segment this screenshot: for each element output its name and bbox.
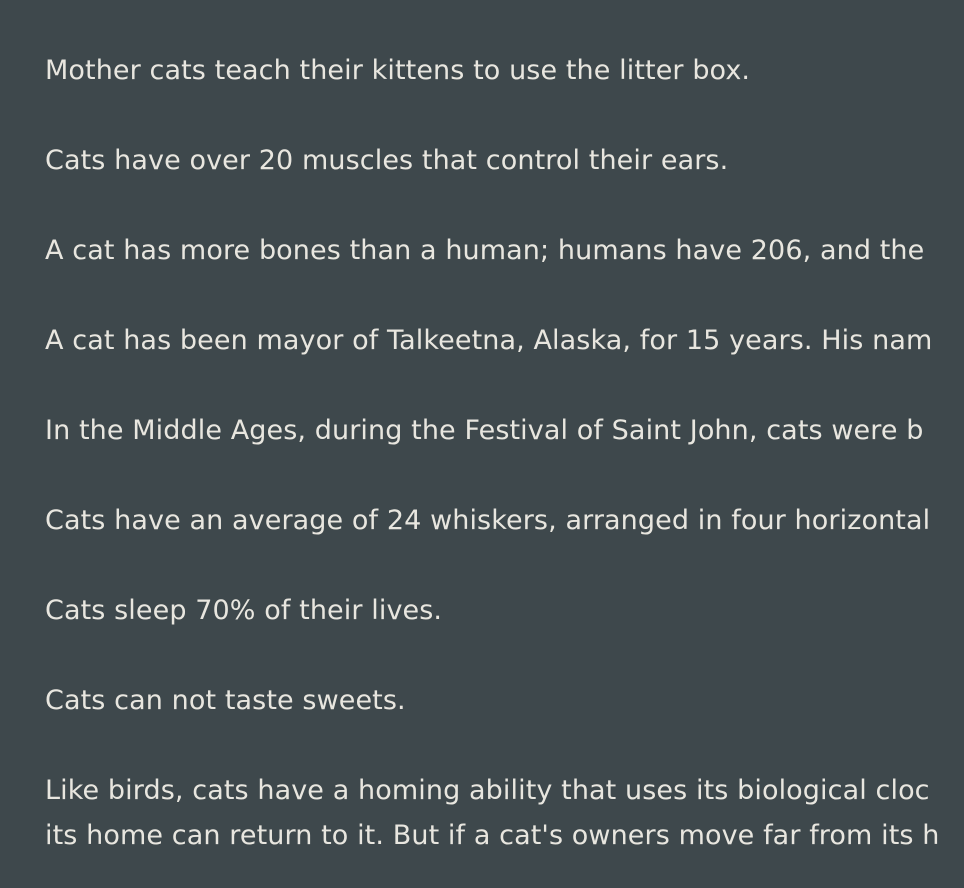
fact-item: Like birds, cats have a homing ability t… (45, 768, 964, 858)
fact-line: Like birds, cats have a homing ability t… (45, 775, 930, 806)
fact-item: Cats can not taste sweets. (45, 685, 406, 716)
cat-facts-viewport: Mother cats teach their kittens to use t… (0, 0, 964, 888)
fact-item: Cats have over 20 muscles that control t… (45, 145, 729, 176)
fact-item: In the Middle Ages, during the Festival … (45, 415, 924, 446)
fact-item: Cats sleep 70% of their lives. (45, 595, 443, 626)
fact-item: Cats have an average of 24 whiskers, arr… (45, 505, 931, 536)
fact-item: A cat has been mayor of Talkeetna, Alask… (45, 325, 933, 356)
fact-line: its home can return to it. But if a cat'… (45, 820, 940, 851)
fact-item: Mother cats teach their kittens to use t… (45, 55, 751, 86)
cat-facts-list: Mother cats teach their kittens to use t… (45, 48, 964, 888)
fact-item: A cat has more bones than a human; human… (45, 235, 925, 266)
